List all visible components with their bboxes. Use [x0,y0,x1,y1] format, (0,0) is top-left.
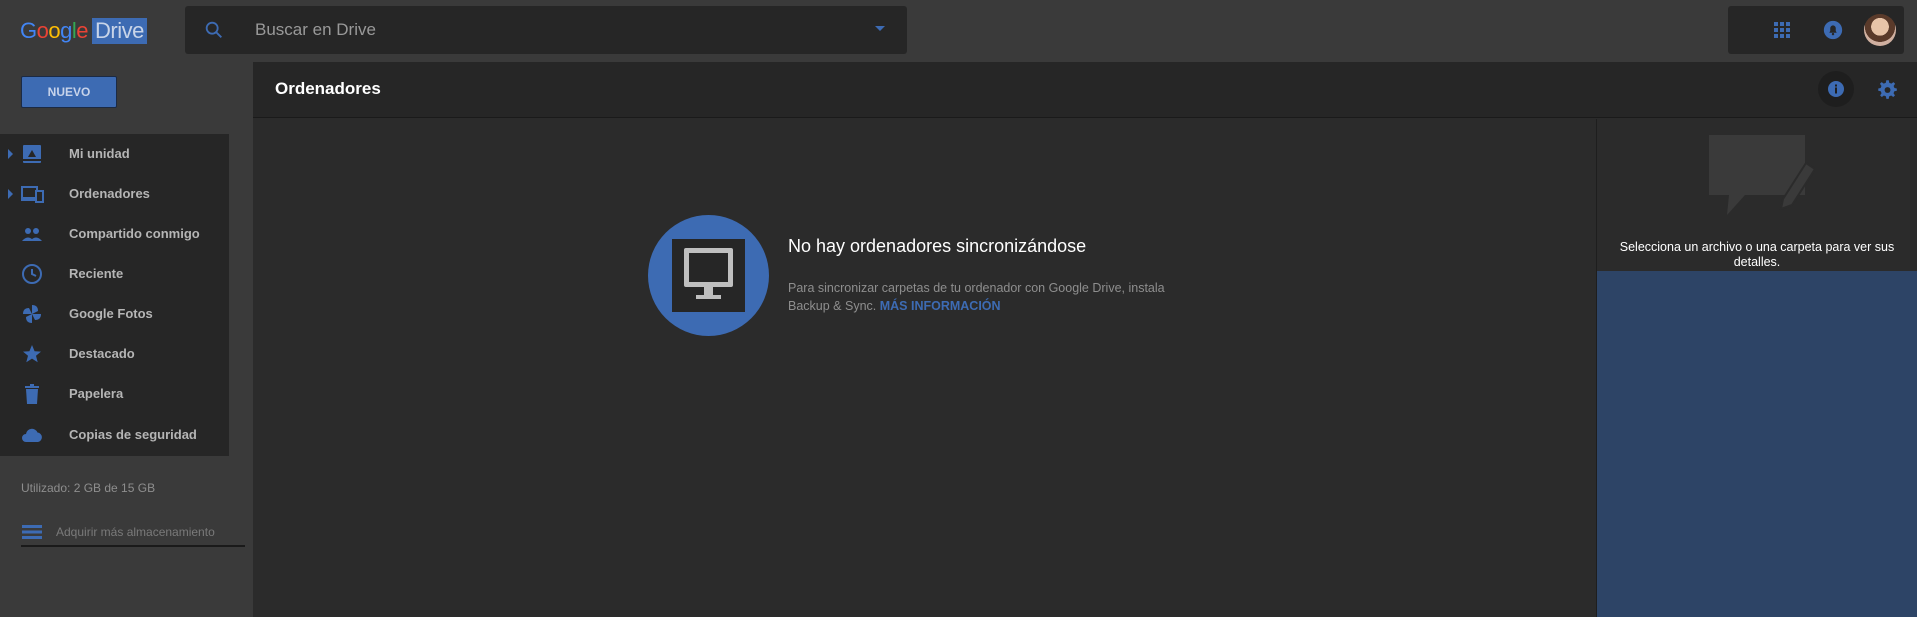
google-drive-logo[interactable]: Google Drive [20,18,147,44]
sidebar-item-mi-unidad[interactable]: Mi unidad [0,134,229,174]
sidebar-item-label: Destacado [69,346,135,361]
sidebar-item-label: Reciente [69,266,124,281]
avatar[interactable] [1864,14,1896,46]
clock-icon [22,264,42,284]
comment-edit-icon [1709,135,1815,215]
people-icon [22,228,42,241]
search-icon[interactable] [203,19,225,41]
sidebar-item-label: Google Fotos [69,306,153,321]
empty-state-illustration [648,215,769,336]
sidebar-item-destacado[interactable]: Destacado [0,334,229,374]
trash-icon [25,384,39,404]
sidebar-item-label: Compartido conmigo [69,226,200,241]
notifications-bell-icon[interactable] [1822,19,1844,41]
buy-storage-label: Adquirir más almacenamiento [56,525,215,539]
sidebar: NUEVO Mi unidad Ordenadores Compartido c… [0,62,253,617]
search-input[interactable] [255,18,815,42]
empty-state-frame [672,239,745,312]
expand-arrow-icon[interactable] [8,189,13,199]
sidebar-item-ordenadores[interactable]: Ordenadores [0,174,229,214]
monitor-icon [684,248,733,299]
sidebar-item-google-fotos[interactable]: Google Fotos [0,294,229,334]
apps-grid-icon[interactable] [1774,22,1790,38]
gear-icon [1878,80,1897,99]
storage-usage-text: Utilizado: 2 GB de 15 GB [21,481,156,495]
sidebar-item-label: Copias de seguridad [69,427,197,442]
expand-arrow-icon[interactable] [8,149,13,159]
logo-letter: G [20,18,37,43]
top-bar: Google Drive [0,0,1917,62]
main-content: No hay ordenadores sincronizándose Para … [253,119,1596,617]
empty-state-description: Para sincronizar carpetas de tu ordenado… [788,279,1208,315]
cloud-icon [22,428,42,442]
learn-more-link[interactable]: MÁS INFORMACIÓN [880,299,1001,313]
star-icon [23,345,41,363]
computers-icon [21,186,44,203]
account-area [1728,6,1904,54]
info-icon [1828,81,1844,97]
details-empty-text: Selecciona un archivo o una carpeta para… [1619,240,1895,269]
sidebar-item-compartido[interactable]: Compartido conmigo [0,214,229,254]
drive-icon [23,145,41,163]
pinwheel-icon [23,305,41,323]
sidebar-item-label: Ordenadores [69,186,150,201]
content-header: Ordenadores [253,62,1917,118]
page-title: Ordenadores [275,79,381,98]
search-bar[interactable] [185,6,907,54]
search-options-dropdown-icon[interactable] [875,26,885,31]
sidebar-item-copias[interactable]: Copias de seguridad [0,415,229,455]
logo-letter: e [76,18,89,43]
logo-letter: o [36,18,49,43]
details-body [1597,271,1917,617]
logo-product-name: Drive [92,18,147,44]
details-button[interactable] [1818,71,1854,107]
storage-list-icon [22,525,42,539]
logo-letter: g [60,18,72,43]
sidebar-item-papelera[interactable]: Papelera [0,374,229,414]
logo-letter: o [48,18,61,43]
details-panel: Selecciona un archivo o una carpeta para… [1596,119,1917,617]
new-button[interactable]: NUEVO [21,76,117,108]
sidebar-nav: Mi unidad Ordenadores Compartido conmigo… [0,134,229,456]
buy-storage-link[interactable]: Adquirir más almacenamiento [21,521,245,547]
settings-button[interactable] [1870,73,1904,107]
empty-state-title: No hay ordenadores sincronizándose [788,236,1087,256]
sidebar-item-label: Mi unidad [69,146,130,161]
sidebar-item-reciente[interactable]: Reciente [0,254,229,294]
sidebar-item-label: Papelera [69,386,124,401]
